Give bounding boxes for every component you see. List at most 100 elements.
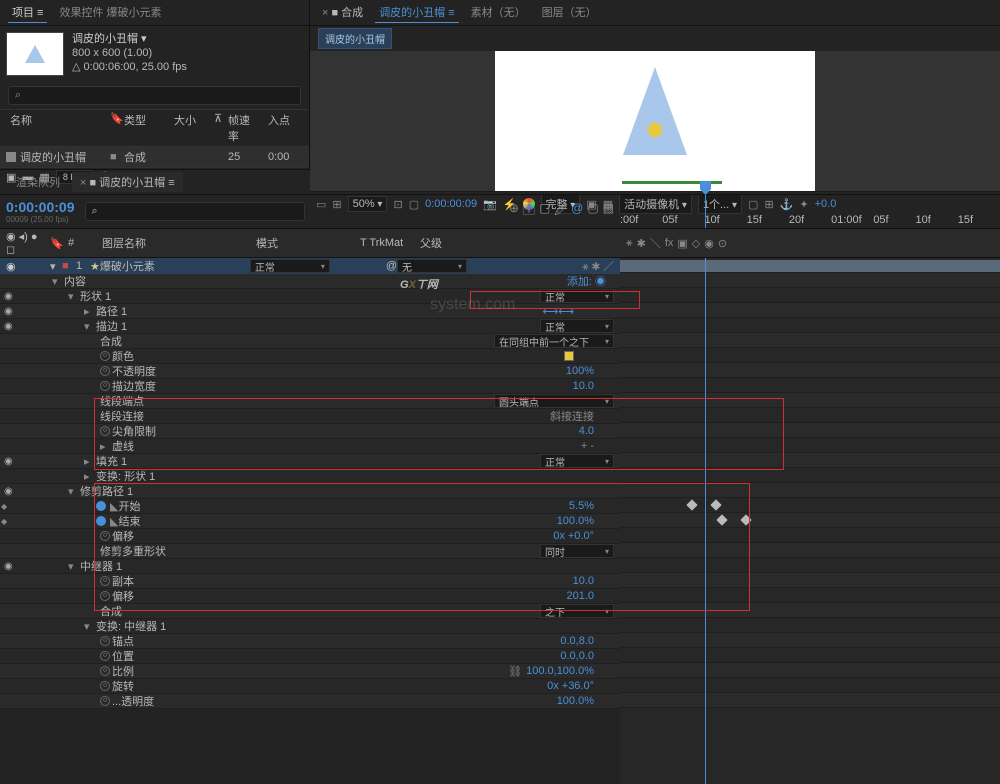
- tool-icon[interactable]: ▢: [587, 201, 598, 222]
- viewer-tab-active[interactable]: 调皮的小丑帽 ≡: [375, 2, 458, 23]
- project-item[interactable]: 调皮的小丑帽 ■ 合成 25 0:00: [0, 147, 309, 167]
- project-tab[interactable]: 项目 ≡: [8, 2, 47, 23]
- col-fps[interactable]: 帧速率: [224, 112, 264, 144]
- switch-icon[interactable]: ◉: [704, 237, 714, 250]
- col-name[interactable]: 名称: [6, 112, 106, 144]
- prop-rep-comp[interactable]: 合成之下: [0, 604, 620, 619]
- canvas-area[interactable]: [310, 51, 1000, 191]
- stopwatch-icon[interactable]: ○: [100, 666, 110, 676]
- stopwatch-icon[interactable]: ○: [100, 381, 110, 391]
- switch-icon[interactable]: ⚹: [626, 237, 633, 250]
- tool-icon[interactable]: 🅃: [523, 201, 535, 222]
- color-swatch[interactable]: [564, 351, 574, 361]
- prop-rep-offset[interactable]: ○偏移201.0: [0, 589, 620, 604]
- prop-linecap[interactable]: 线段端点圆头端点: [0, 394, 620, 409]
- render-queue-tab[interactable]: 渲染队列: [8, 172, 68, 192]
- project-search[interactable]: ⌕: [8, 86, 301, 105]
- tool-icon[interactable]: @: [571, 201, 583, 222]
- comp-name[interactable]: 调皮的小丑帽 ▾: [72, 32, 187, 46]
- switch-icon[interactable]: ✱: [637, 237, 646, 250]
- time-ruler[interactable]: :00f05f10f15f20f01:00f05f10f15f: [620, 195, 1000, 228]
- stopwatch-icon[interactable]: ○: [100, 531, 110, 541]
- stopwatch-icon[interactable]: ○: [100, 351, 110, 361]
- link-icon[interactable]: ⛓: [508, 665, 522, 678]
- prop-path[interactable]: ◉▸路径 1⟷⟷: [0, 304, 620, 319]
- prop-strokewidth[interactable]: ○描边宽度10.0: [0, 379, 620, 394]
- stopwatch-icon[interactable]: ○: [100, 426, 110, 436]
- stopwatch-icon[interactable]: ○: [100, 591, 110, 601]
- tool-icon[interactable]: ▨: [603, 201, 614, 222]
- prop-rep-transform[interactable]: ▾变换: 中继器 1: [0, 619, 620, 634]
- prop-rotation[interactable]: ○旋转0x +36.0°: [0, 679, 620, 694]
- col-size[interactable]: 大小: [170, 112, 210, 144]
- prop-fill[interactable]: ◉▸填充 1正常: [0, 454, 620, 469]
- viewer-tab-layer[interactable]: 图层（无）: [538, 2, 601, 23]
- prop-scale[interactable]: ○比例⛓100.0,100.0%: [0, 664, 620, 679]
- stopwatch-active-icon[interactable]: [96, 516, 106, 526]
- col-mode[interactable]: 模式: [256, 235, 356, 251]
- prop-content[interactable]: ▾内容添加: ◉: [0, 274, 620, 289]
- playhead[interactable]: [705, 195, 706, 228]
- pickwhip-icon[interactable]: @: [386, 260, 397, 272]
- stopwatch-icon[interactable]: ○: [100, 696, 110, 706]
- effects-tab[interactable]: 效果控件 爆破小元素: [55, 2, 165, 23]
- prop-composite[interactable]: 合成在同组中前一个之下: [0, 334, 620, 349]
- prop-opacity[interactable]: ○不透明度100%: [0, 364, 620, 379]
- prop-shape[interactable]: ◉▾形状 1正常: [0, 289, 620, 304]
- star-icon: ★: [90, 260, 100, 273]
- stopwatch-icon[interactable]: ○: [100, 366, 110, 376]
- prop-copies[interactable]: ○副本10.0: [0, 574, 620, 589]
- stopwatch-active-icon[interactable]: [96, 501, 106, 511]
- viewer-subtab[interactable]: 调皮的小丑帽: [318, 28, 392, 49]
- col-type[interactable]: 类型: [120, 112, 170, 144]
- stopwatch-icon[interactable]: ○: [100, 636, 110, 646]
- viewer-tab-comp[interactable]: × ■ 合成: [318, 2, 367, 23]
- prop-trim[interactable]: ◉▾修剪路径 1: [0, 484, 620, 499]
- prop-anchor[interactable]: ○锚点0.0,8.0: [0, 634, 620, 649]
- stopwatch-icon[interactable]: ○: [100, 651, 110, 661]
- prop-stroke[interactable]: ◉▾描边 1正常: [0, 319, 620, 334]
- timeline-comp-tab[interactable]: × ■ 调皮的小丑帽 ≡: [72, 172, 183, 192]
- prop-trim-offset[interactable]: ○偏移0x +0.0°: [0, 529, 620, 544]
- prop-color[interactable]: ○颜色: [0, 349, 620, 364]
- comp-thumbnail[interactable]: [6, 32, 64, 76]
- timeline-search[interactable]: ⌕: [85, 202, 305, 221]
- prop-trim-multi[interactable]: 修剪多重形状同时: [0, 544, 620, 559]
- timecode[interactable]: 0:00:00:09: [6, 199, 75, 215]
- col-num[interactable]: #: [68, 237, 98, 249]
- twirl-icon[interactable]: ▾: [50, 260, 62, 273]
- layer-row[interactable]: ◉ ▾ ■ 1 ★ 爆破小元素 正常 @ 无 ⚹ ✱ ／: [0, 258, 620, 274]
- layer-name[interactable]: 爆破小元素: [100, 258, 250, 274]
- stopwatch-icon[interactable]: ○: [100, 576, 110, 586]
- prop-trim-end[interactable]: ◣结束100.0%: [0, 514, 620, 529]
- tool-icon[interactable]: ⊕: [509, 201, 519, 222]
- col-in[interactable]: 入点: [264, 112, 294, 144]
- tool-icon[interactable]: ▢: [539, 201, 550, 222]
- switch-icon[interactable]: ▣: [677, 237, 687, 250]
- blend-mode-dropdown[interactable]: 正常: [250, 259, 330, 273]
- add-button[interactable]: 添加: ◉: [567, 273, 606, 289]
- switch-icon[interactable]: ＼: [650, 235, 661, 251]
- prop-position[interactable]: ○位置0.0,0.0: [0, 649, 620, 664]
- col-trkmat[interactable]: T TrkMat: [360, 237, 416, 249]
- col-layername[interactable]: 图层名称: [102, 235, 252, 251]
- col-label-icon[interactable]: 🔖: [106, 112, 120, 144]
- item-type: 合成: [124, 149, 174, 165]
- prop-dashes[interactable]: ▸虚线+ -: [0, 439, 620, 454]
- prop-end-opacity[interactable]: ○...透明度100.0%: [0, 694, 620, 709]
- col-parent[interactable]: 父级: [420, 235, 490, 251]
- prop-transform-shape[interactable]: ▸变换: 形状 1: [0, 469, 620, 484]
- stopwatch-icon[interactable]: ○: [100, 681, 110, 691]
- visibility-icon[interactable]: ◉: [6, 260, 20, 273]
- viewer-tab-footage[interactable]: 素材（无）: [467, 2, 530, 23]
- timeline-tracks[interactable]: [620, 258, 1000, 784]
- tool-icon[interactable]: 🖉: [554, 201, 567, 222]
- prop-repeater[interactable]: ◉▾中继器 1: [0, 559, 620, 574]
- parent-dropdown[interactable]: 无: [397, 259, 467, 273]
- prop-miter[interactable]: ○尖角限制4.0: [0, 424, 620, 439]
- switch-icon[interactable]: fx: [665, 237, 674, 249]
- prop-trim-start[interactable]: ◣开始5.5%: [0, 499, 620, 514]
- prop-linejoin[interactable]: 线段连接斜接连接: [0, 409, 620, 424]
- switch-icon[interactable]: ⊙: [718, 237, 727, 250]
- switch-icon[interactable]: ◇: [692, 237, 700, 250]
